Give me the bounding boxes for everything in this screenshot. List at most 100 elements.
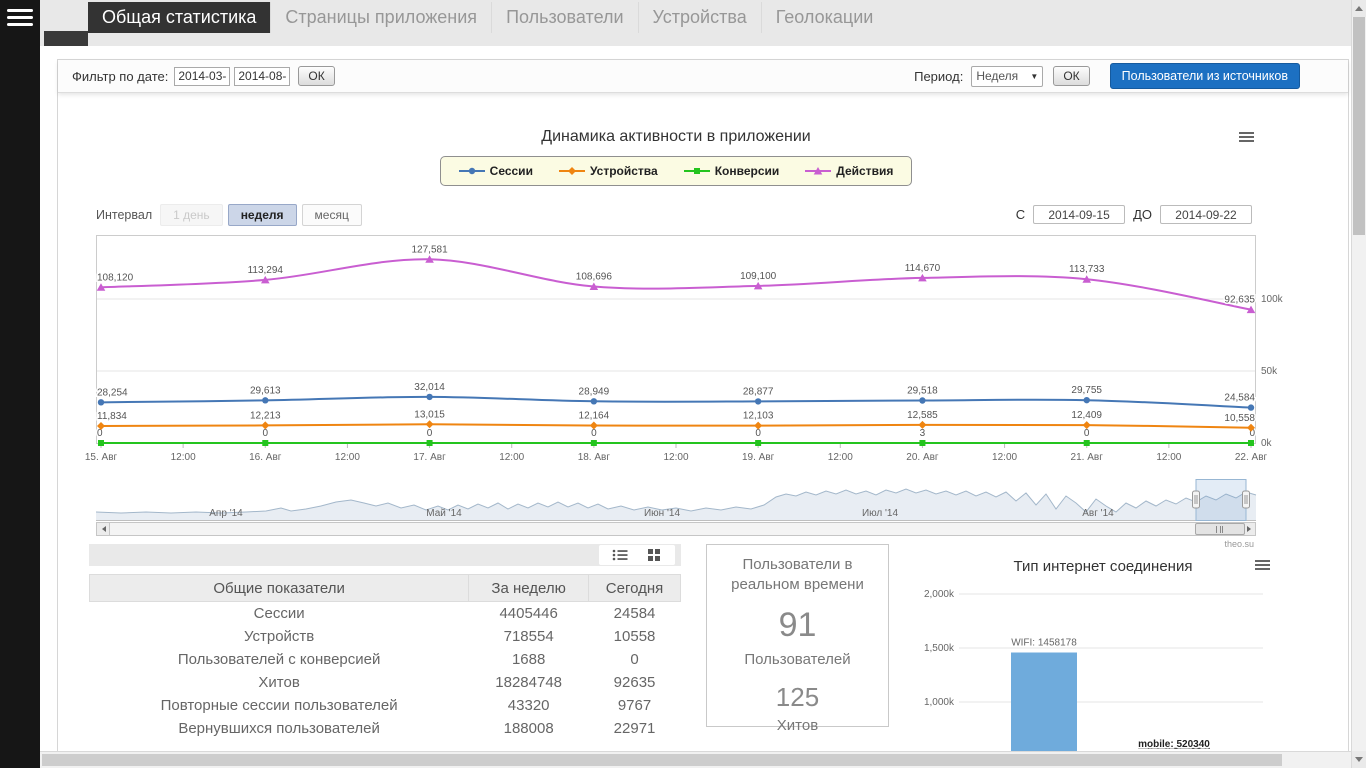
range-to-input[interactable] xyxy=(1160,205,1252,224)
svg-text:12:00: 12:00 xyxy=(828,452,853,463)
list-view-icon xyxy=(612,549,628,561)
data-label: 127,581 xyxy=(411,244,448,255)
activity-legend: Сессии Устройства Конверсии Действия xyxy=(440,156,913,186)
table-cell: 18284748 xyxy=(469,671,589,694)
bar-WIFI[interactable]: WIFI: 1458178 xyxy=(1011,638,1077,768)
realtime-title: Пользователи в реальном времени xyxy=(715,555,880,594)
data-label: 13,015 xyxy=(414,409,445,420)
table-cell: 9767 xyxy=(589,694,681,717)
menu-icon[interactable] xyxy=(7,9,33,26)
table-row: Пользователей с конверсией16880 xyxy=(90,648,681,671)
conn-y-axis: 2,000k1,500k1,000k500k xyxy=(924,589,1263,762)
tab-general[interactable]: Общая статистика xyxy=(88,2,270,33)
legend-label: Сессии xyxy=(490,164,533,178)
tab-users[interactable]: Пользователи xyxy=(491,2,637,33)
data-label: 12,213 xyxy=(250,410,281,421)
bar-label: WIFI: 1458178 xyxy=(1011,638,1077,649)
date-ok-button[interactable]: ОК xyxy=(298,66,334,86)
navigator-chart[interactable]: Апр '14Май '14Июн '14Июл '14Авг '14 xyxy=(96,479,1256,521)
svg-text:19. Авг: 19. Авг xyxy=(742,452,775,463)
svg-text:Авг '14: Авг '14 xyxy=(1082,508,1114,519)
svg-text:18. Авг: 18. Авг xyxy=(578,452,611,463)
data-label: 0 xyxy=(755,428,761,439)
date-to-input[interactable] xyxy=(234,67,290,86)
data-label: 28,254 xyxy=(97,387,128,398)
tab-devices[interactable]: Устройства xyxy=(638,2,761,33)
svg-text:12:00: 12:00 xyxy=(499,452,524,463)
data-label: 29,518 xyxy=(907,385,938,396)
range-inputs: С ДО xyxy=(1012,205,1256,224)
svg-text:50k: 50k xyxy=(1261,366,1278,377)
data-label: 0 xyxy=(427,428,433,439)
legend-marker-icon xyxy=(684,165,710,177)
table-cell: 1688 xyxy=(469,648,589,671)
legend-wrap: Сессии Устройства Конверсии Действия xyxy=(96,156,1256,188)
date-from-input[interactable] xyxy=(174,67,230,86)
grid-view-icon xyxy=(648,549,660,561)
legend-item-actions[interactable]: Действия xyxy=(805,164,893,178)
tab-pages[interactable]: Страницы приложения xyxy=(270,2,491,33)
tab-geo[interactable]: Геолокации xyxy=(761,2,888,33)
interval-button-month[interactable]: месяц xyxy=(302,204,362,226)
table-cell: Хитов xyxy=(90,671,469,694)
activity-plot: 100k50k0k15. Авг12:0016. Авг12:0017. Авг… xyxy=(96,235,1256,467)
period-ok-button[interactable]: ОК xyxy=(1053,66,1089,86)
realtime-panel: Пользователи в реальном времени 91 Польз… xyxy=(706,544,889,727)
scroll-left-button[interactable] xyxy=(96,522,110,536)
period-label: Период: xyxy=(914,69,963,84)
legend-label: Конверсии xyxy=(715,164,780,178)
navigator-selected-range[interactable] xyxy=(1196,480,1246,521)
data-label: 92,635 xyxy=(1224,295,1255,306)
table-cell: Пользователей с конверсией xyxy=(90,648,469,671)
connection-chart-title: Тип интернет соединения xyxy=(928,558,1278,578)
interval-button-week[interactable]: неделя xyxy=(228,204,297,226)
tab-bar: Общая статистикаСтраницы приложенияПольз… xyxy=(88,2,887,33)
legend-item-devices[interactable]: Устройства xyxy=(559,164,658,178)
connection-chart-menu-icon[interactable] xyxy=(1255,560,1270,572)
arrow-right-icon xyxy=(1247,526,1254,532)
tab-bar-background: Общая статистикаСтраницы приложенияПольз… xyxy=(40,0,1351,46)
data-label: 29,613 xyxy=(250,385,281,396)
svg-text:12:00: 12:00 xyxy=(335,452,360,463)
table-cell: 188008 xyxy=(469,717,589,740)
sources-button[interactable]: Пользователи из источников xyxy=(1110,63,1300,89)
scroll-up-button[interactable] xyxy=(1352,0,1366,17)
tab-strip-corner xyxy=(44,31,88,46)
data-label: 0 xyxy=(97,428,103,439)
range-from-input[interactable] xyxy=(1033,205,1125,224)
navigator: Апр '14Май '14Июн '14Июл '14Авг '14 theo… xyxy=(96,479,1256,549)
interval-button-day[interactable]: 1 день xyxy=(160,204,223,226)
range-from-label: С xyxy=(1016,207,1025,222)
vertical-scrollbar-thumb[interactable] xyxy=(1353,17,1365,235)
horizontal-scrollbar xyxy=(40,751,1351,768)
svg-text:15. Авг: 15. Авг xyxy=(85,452,118,463)
navigator-handle[interactable] xyxy=(1243,491,1250,508)
svg-text:Май '14: Май '14 xyxy=(426,508,462,519)
horizontal-scrollbar-thumb[interactable] xyxy=(42,754,1282,766)
svg-text:100k: 100k xyxy=(1261,294,1284,305)
data-label: 0 xyxy=(591,428,597,439)
interval-row: Интервал 1 деньнеделямесяц С ДО xyxy=(96,202,1256,227)
table-row: Хитов1828474892635 xyxy=(90,671,681,694)
legend-item-sessions[interactable]: Сессии xyxy=(459,164,533,178)
list-view-button[interactable] xyxy=(607,547,633,563)
legend-marker-icon xyxy=(805,165,831,177)
vertical-scrollbar xyxy=(1351,0,1366,768)
activity-chart-title: Динамика активности в приложении xyxy=(96,128,1256,148)
grid-view-button[interactable] xyxy=(641,547,667,563)
scroll-down-button[interactable] xyxy=(1352,751,1366,768)
period-select[interactable]: Неделя ▼ xyxy=(971,66,1043,87)
data-label: 108,120 xyxy=(97,272,134,283)
sidebar xyxy=(0,0,40,768)
realtime-hits-label: Хитов xyxy=(715,717,880,734)
navigator-handle[interactable] xyxy=(1193,491,1200,508)
legend-marker-icon xyxy=(459,165,485,177)
svg-text:12:00: 12:00 xyxy=(992,452,1017,463)
navigator-scrollbar-track[interactable] xyxy=(110,522,1242,536)
navigator-scrollbar-thumb[interactable] xyxy=(1195,523,1245,535)
table-cell: 92635 xyxy=(589,671,681,694)
legend-item-conversions[interactable]: Конверсии xyxy=(684,164,780,178)
chart-menu-icon[interactable] xyxy=(1239,132,1254,144)
svg-text:21. Авг: 21. Авг xyxy=(1071,452,1104,463)
svg-text:12:00: 12:00 xyxy=(663,452,688,463)
